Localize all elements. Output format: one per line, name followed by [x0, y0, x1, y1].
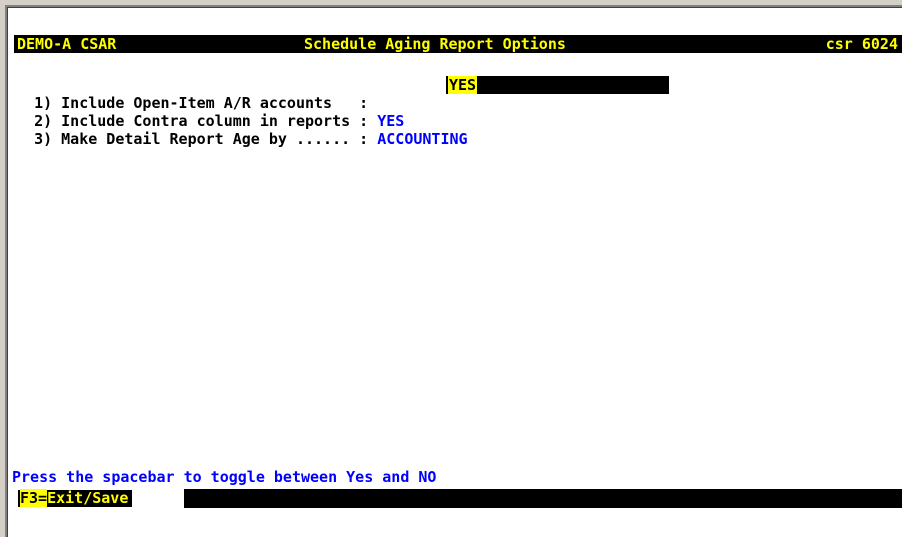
detail-age-value[interactable]: ACCOUNTING [377, 130, 467, 148]
screen-title: Schedule Aging Report Options [304, 35, 566, 53]
option-row-detail-age: 3) Make Detail Report Age by ...... : AC… [16, 112, 467, 148]
function-key-cell: F3=Exit/Save [14, 489, 184, 508]
screen-id: csr 6024 [825, 35, 898, 53]
open-item-value[interactable]: YES [448, 76, 478, 94]
hint-message: Press the spacebar to toggle between Yes… [12, 468, 437, 486]
window-bevel-top-inner [7, 7, 902, 8]
exit-save-label: Exit/Save [47, 489, 129, 507]
option-label-detail-age: 3) Make Detail Report Age by ...... : [34, 130, 378, 148]
title-bar: DEMO-A CSAR Schedule Aging Report Option… [14, 35, 902, 53]
exit-save-button[interactable]: F3=Exit/Save [18, 489, 133, 507]
function-key-bar: F3=Exit/Save [14, 489, 902, 508]
open-item-field[interactable]: YES [446, 76, 669, 94]
system-name: DEMO-A CSAR [17, 35, 117, 53]
f3-key: F3= [20, 489, 48, 507]
window-bevel-left-inner [7, 7, 8, 537]
